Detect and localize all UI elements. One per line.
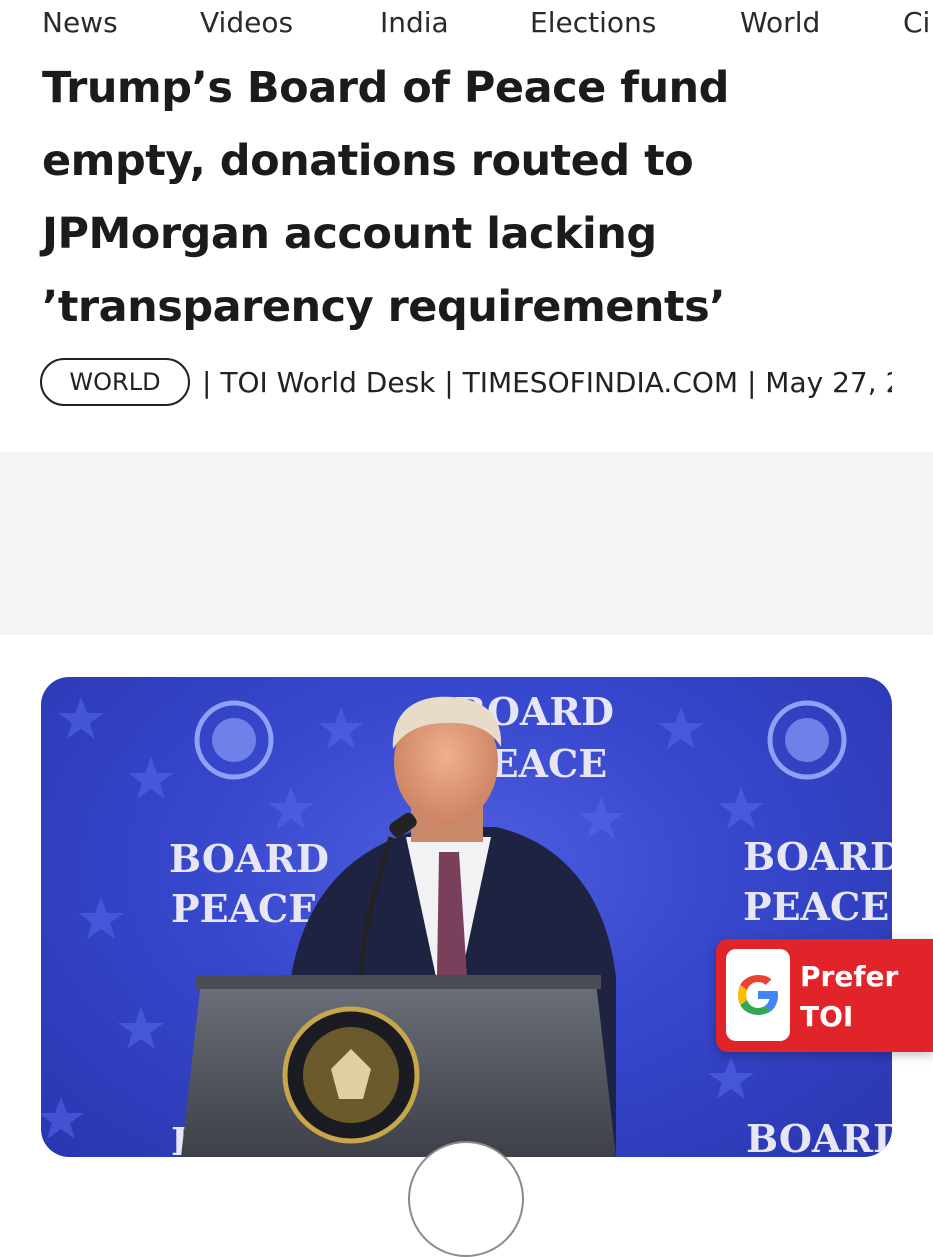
section-tag[interactable]: WORLD bbox=[40, 358, 190, 406]
podium bbox=[181, 975, 616, 1157]
prefer-toi-button[interactable]: Prefer TOI bbox=[716, 939, 933, 1052]
google-g-icon bbox=[726, 949, 790, 1041]
article-byline: WORLD | TOI World Desk | TIMESOFINDIA.CO… bbox=[40, 358, 892, 412]
prefer-line1: Prefer bbox=[800, 960, 899, 993]
nav-item-elections[interactable]: Elections bbox=[530, 6, 656, 39]
article-headline: Trump’s Board of Peace fund empty, donat… bbox=[42, 63, 729, 332]
nav-item-world[interactable]: World bbox=[740, 6, 820, 39]
prefer-line2: TOI bbox=[800, 1000, 854, 1033]
presidential-seal-top-right bbox=[767, 700, 847, 780]
sign-left-peace: PEACE bbox=[171, 886, 317, 931]
sign-right-peace: PEACE bbox=[743, 884, 889, 929]
byline-text: | TOI World Desk | TIMESOFINDIA.COM | Ma… bbox=[202, 366, 892, 399]
presidential-seal-top-left bbox=[194, 700, 274, 780]
sign-bottom-board: BOARD bbox=[746, 1116, 892, 1157]
sign-right-board: BOARD bbox=[743, 834, 892, 879]
hero-image[interactable]: BOARD PEACE BOARD PEACE BOARD PEACE BOAR… bbox=[41, 677, 892, 1157]
nav-item-news[interactable]: News bbox=[42, 6, 118, 39]
nav-item-india[interactable]: India bbox=[380, 6, 449, 39]
nav-item-videos[interactable]: Videos bbox=[200, 6, 293, 39]
prefer-toi-label: Prefer TOI bbox=[800, 957, 898, 1037]
sign-left-board: BOARD bbox=[169, 836, 329, 881]
ad-placeholder bbox=[0, 452, 933, 635]
loading-spinner bbox=[408, 1141, 524, 1257]
top-nav: News Videos India Elections World Ci bbox=[0, 0, 933, 48]
nav-item-city[interactable]: Ci bbox=[903, 6, 930, 39]
hero-illustration: BOARD PEACE BOARD PEACE BOARD PEACE BOAR… bbox=[41, 689, 892, 1157]
